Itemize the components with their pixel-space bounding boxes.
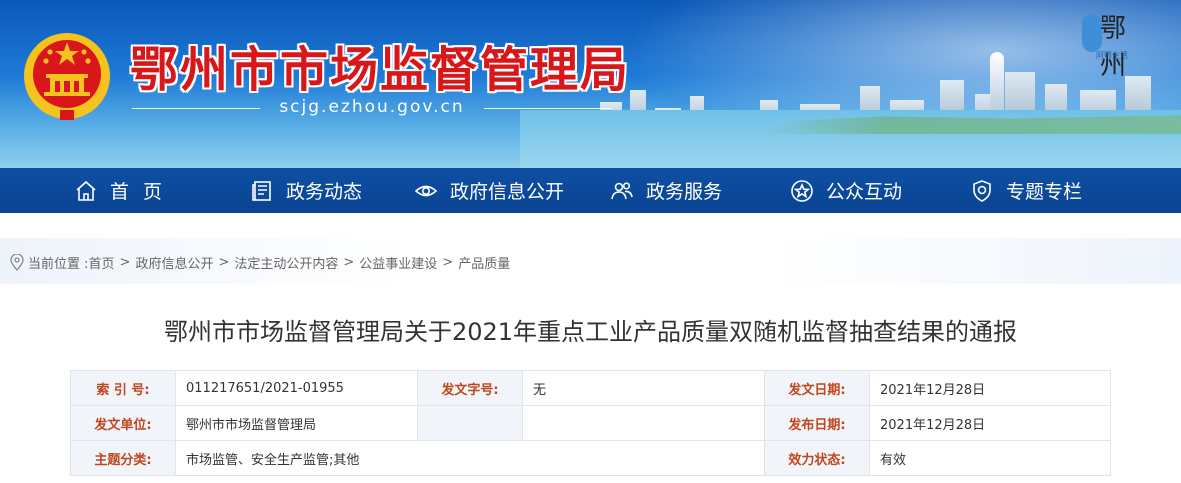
banner-tower <box>990 52 1004 112</box>
breadcrumb-separator: > <box>218 255 230 270</box>
breadcrumb: 当前位置 : 首页 > 政府信息公开 > 法定主动公开内容 > 公益事业建设 >… <box>10 253 510 272</box>
breadcrumb-bar: 当前位置 : 首页 > 政府信息公开 > 法定主动公开内容 > 公益事业建设 >… <box>0 238 1181 284</box>
star-icon <box>791 179 813 202</box>
nav-item-interaction[interactable]: 公众互动 <box>790 168 902 213</box>
home-icon <box>76 180 96 201</box>
index-number-value: 011217651/2021-01955 <box>175 370 418 406</box>
topic-value: 市场监管、安全生产监管;其他 <box>175 440 765 476</box>
nav-item-home[interactable]: 首页 <box>74 168 176 213</box>
national-emblem-icon <box>24 33 110 120</box>
header-banner: 鄂州市市场监督管理局 scjg.ezhou.gov.cn 鄂州 阿鄂生活 <box>0 0 1181 168</box>
breadcrumb-gov-info[interactable]: 政府信息公开 <box>135 253 213 272</box>
url-left-line <box>132 108 260 109</box>
eye-icon <box>414 185 438 196</box>
issue-date-value: 2021年12月28日 <box>869 370 1111 406</box>
doc-number-value: 无 <box>522 370 765 406</box>
nav-label-home: 首页 <box>110 181 177 203</box>
empty-cell <box>417 405 523 441</box>
table-row: 索 引 号: 011217651/2021-01955 发文字号: 无 发文日期… <box>70 370 1111 406</box>
nav-item-topics[interactable]: 专题专栏 <box>970 168 1082 213</box>
nav-item-gov-info[interactable]: 政府信息公开 <box>414 168 564 213</box>
index-number-label: 索 引 号: <box>70 370 176 406</box>
news-icon <box>252 180 271 201</box>
nav-item-services[interactable]: 政务服务 <box>610 168 722 213</box>
nav-label-news: 政务动态 <box>286 181 363 203</box>
nav-label-gov-info: 政府信息公开 <box>450 181 565 203</box>
main-nav: 首页 政务动态 政府信息公开 政务服务 公众互动 专题专栏 <box>0 168 1181 213</box>
status-label: 效力状态: <box>764 440 870 476</box>
document-meta-table: 索 引 号: 011217651/2021-01955 发文字号: 无 发文日期… <box>70 370 1111 476</box>
nav-label-topics: 专题专栏 <box>1006 181 1083 203</box>
corner-logo-mark-icon <box>1082 14 1102 52</box>
site-url: scjg.ezhou.gov.cn <box>279 97 465 117</box>
corner-logo[interactable]: 鄂州 阿鄂生活 <box>1082 8 1148 81</box>
breadcrumb-public-welfare[interactable]: 公益事业建设 <box>359 253 437 272</box>
issue-date-label: 发文日期: <box>764 370 870 406</box>
publish-date-value: 2021年12月28日 <box>869 405 1111 441</box>
location-pin-icon <box>10 254 24 271</box>
breadcrumb-product-quality[interactable]: 产品质量 <box>458 253 510 272</box>
status-value: 有效 <box>869 440 1111 476</box>
site-url-row: scjg.ezhou.gov.cn <box>132 97 612 119</box>
article-title: 鄂州市市场监督管理局关于2021年重点工业产品质量双随机监督抽查结果的通报 <box>163 318 1018 346</box>
nav-label-services: 政务服务 <box>646 181 723 203</box>
issuer-label: 发文单位: <box>70 405 176 441</box>
people-icon <box>611 181 633 199</box>
breadcrumb-prefix: 当前位置 : <box>28 257 89 272</box>
table-row: 主题分类: 市场监管、安全生产监管;其他 效力状态: 有效 <box>70 440 1111 476</box>
breadcrumb-separator: > <box>343 255 355 270</box>
publish-date-label: 发布日期: <box>764 405 870 441</box>
table-row: 发文单位: 鄂州市市场监督管理局 发布日期: 2021年12月28日 <box>70 405 1111 441</box>
nav-item-news[interactable]: 政务动态 <box>250 168 362 213</box>
empty-cell <box>522 405 765 441</box>
breadcrumb-statutory[interactable]: 法定主动公开内容 <box>234 253 338 272</box>
nav-label-interaction: 公众互动 <box>826 181 903 203</box>
site-title: 鄂州市市场监督管理局 <box>130 42 631 98</box>
url-right-line <box>484 108 612 109</box>
topic-label: 主题分类: <box>70 440 176 476</box>
issuer-value: 鄂州市市场监督管理局 <box>175 405 418 441</box>
breadcrumb-separator: > <box>119 255 131 270</box>
breadcrumb-home[interactable]: 首页 <box>89 253 115 272</box>
corner-logo-sub: 阿鄂生活 <box>1096 51 1128 60</box>
shield-icon <box>973 179 991 202</box>
doc-number-label: 发文字号: <box>417 370 523 406</box>
corner-logo-text: 鄂州 <box>1100 14 1127 81</box>
breadcrumb-separator: > <box>442 255 454 270</box>
